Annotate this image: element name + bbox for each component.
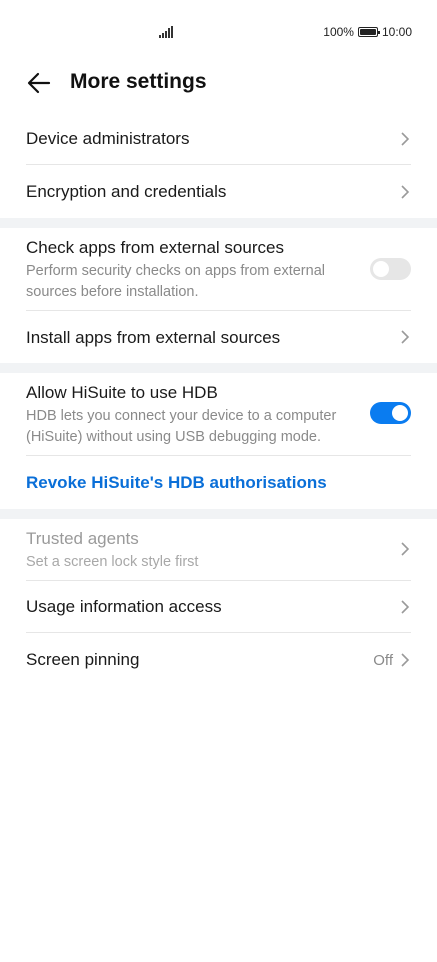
chevron-right-icon xyxy=(399,184,411,200)
encryption-credentials-label: Encryption and credentials xyxy=(26,182,227,201)
chevron-right-icon xyxy=(399,599,411,615)
usage-information-label: Usage information access xyxy=(26,597,222,616)
device-administrators-label: Device administrators xyxy=(26,129,190,148)
device-administrators-item[interactable]: Device administrators xyxy=(26,112,411,165)
signal-icon xyxy=(159,26,173,38)
back-arrow-icon xyxy=(27,72,51,94)
screen-pinning-label: Screen pinning xyxy=(26,650,140,669)
trusted-agents-description: Set a screen lock style first xyxy=(26,554,199,570)
back-button[interactable] xyxy=(24,68,54,98)
page-title: More settings xyxy=(70,70,207,93)
section-separator xyxy=(0,363,437,373)
misc-group: Trusted agents Set a screen lock style f… xyxy=(0,519,437,687)
install-apps-label: Install apps from external sources xyxy=(26,328,281,347)
encryption-credentials-item[interactable]: Encryption and credentials xyxy=(26,165,411,218)
security-group-2: Check apps from external sources Perform… xyxy=(0,228,437,363)
security-group-1: Device administrators Encryption and cre… xyxy=(0,112,437,218)
check-apps-toggle[interactable] xyxy=(370,258,411,280)
install-apps-item[interactable]: Install apps from external sources xyxy=(26,311,411,363)
check-apps-label: Check apps from external sources xyxy=(26,238,284,257)
trusted-agents-label: Trusted agents xyxy=(26,529,139,548)
battery-percent: 100% xyxy=(323,25,354,39)
battery-icon xyxy=(357,27,381,37)
usage-information-item[interactable]: Usage information access xyxy=(26,581,411,633)
hdb-group: Allow HiSuite to use HDB HDB lets you co… xyxy=(0,373,437,509)
revoke-hdb-item[interactable]: Revoke HiSuite's HDB authorisations xyxy=(26,456,411,509)
trusted-agents-item: Trusted agents Set a screen lock style f… xyxy=(26,519,411,581)
app-header: More settings xyxy=(0,60,437,106)
section-separator xyxy=(0,509,437,519)
check-apps-item[interactable]: Check apps from external sources Perform… xyxy=(26,228,411,311)
chevron-right-icon xyxy=(399,329,411,345)
revoke-hdb-link[interactable]: Revoke HiSuite's HDB authorisations xyxy=(26,473,327,493)
screen-pinning-value: Off xyxy=(373,652,393,669)
allow-hisuite-toggle[interactable] xyxy=(370,402,411,424)
chevron-right-icon xyxy=(399,652,411,668)
section-separator xyxy=(0,218,437,228)
status-bar: 100% 10:00 xyxy=(0,0,437,64)
screen-pinning-item[interactable]: Screen pinning Off xyxy=(26,633,411,687)
status-right: 100% 10:00 xyxy=(323,25,412,39)
chevron-right-icon xyxy=(399,541,411,557)
allow-hisuite-description: HDB lets you connect your device to a co… xyxy=(26,408,337,445)
allow-hisuite-label: Allow HiSuite to use HDB xyxy=(26,383,218,402)
allow-hisuite-item[interactable]: Allow HiSuite to use HDB HDB lets you co… xyxy=(26,373,411,456)
check-apps-description: Perform security checks on apps from ext… xyxy=(26,263,325,300)
chevron-right-icon xyxy=(399,131,411,147)
clock: 10:00 xyxy=(381,25,412,39)
